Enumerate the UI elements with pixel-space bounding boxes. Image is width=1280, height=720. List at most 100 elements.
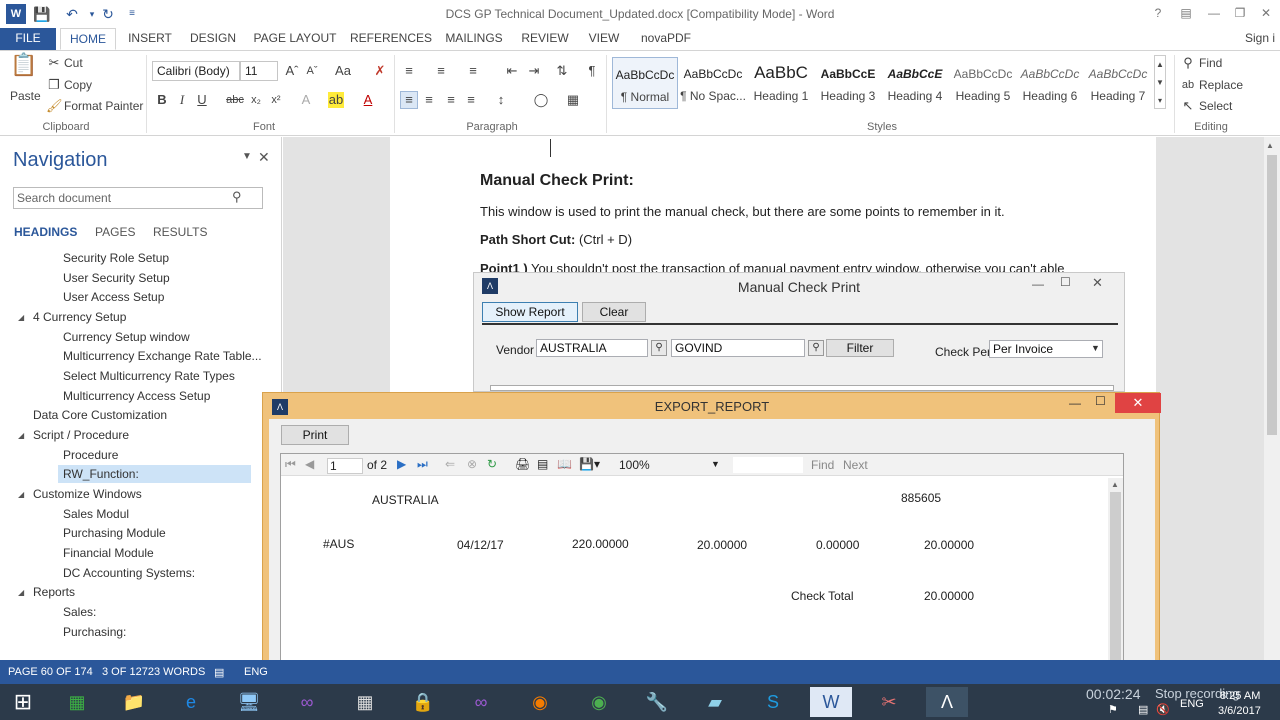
paste-button[interactable]: Paste bbox=[10, 89, 41, 103]
pane-options-icon[interactable]: ▼ bbox=[242, 151, 252, 162]
expand-arrow-icon[interactable]: ◢ bbox=[18, 588, 24, 597]
print-layout-icon[interactable]: ▤ bbox=[537, 457, 548, 471]
first-page-icon[interactable]: ⏮ bbox=[285, 457, 296, 472]
tab-results[interactable]: RESULTS bbox=[153, 225, 207, 239]
snipping-tool-icon[interactable]: ✂ bbox=[868, 687, 910, 717]
nav-item-sales-modul[interactable]: Sales Modul bbox=[63, 505, 129, 523]
close-pane-icon[interactable]: ✕ bbox=[258, 149, 270, 166]
remote-desktop-icon[interactable]: 🖥 bbox=[228, 687, 270, 717]
tab-file[interactable]: FILE bbox=[0, 28, 56, 50]
excel-icon[interactable]: ▦ bbox=[56, 687, 98, 717]
nav-item-multicurrency-exchange[interactable]: Multicurrency Exchange Rate Table... bbox=[63, 347, 262, 365]
align-left-icon[interactable]: ≡ bbox=[400, 91, 418, 109]
help-icon[interactable]: ? bbox=[1146, 4, 1170, 22]
expand-arrow-icon[interactable]: ◢ bbox=[18, 490, 24, 499]
shrink-font-icon[interactable]: Aˇ bbox=[304, 63, 320, 79]
tab-novapdf[interactable]: novaPDF bbox=[636, 28, 696, 50]
superscript-icon[interactable]: x² bbox=[268, 92, 284, 108]
tab-mailings[interactable]: MAILINGS bbox=[442, 28, 506, 50]
tab-headings[interactable]: HEADINGS bbox=[14, 225, 77, 239]
bold-icon[interactable]: B bbox=[156, 92, 168, 108]
nav-item-sales[interactable]: Sales: bbox=[63, 603, 96, 621]
zoom-select[interactable]: 100% bbox=[619, 458, 719, 472]
align-right-icon[interactable]: ≡ bbox=[442, 92, 460, 108]
borders-icon[interactable]: ▦ bbox=[564, 92, 582, 108]
font-size-combo[interactable]: 11 bbox=[240, 61, 278, 81]
notes-icon[interactable]: ▰ bbox=[694, 687, 736, 717]
chevron-down-icon[interactable]: ▼ bbox=[711, 459, 720, 469]
skype-icon[interactable]: S bbox=[752, 687, 794, 717]
page-number-input[interactable]: 1 bbox=[327, 458, 363, 474]
page-setup-icon[interactable]: 📖 bbox=[557, 457, 572, 471]
line-spacing-icon[interactable]: ↕ bbox=[492, 92, 510, 108]
vendor-from-lookup-icon[interactable]: ⚲ bbox=[651, 340, 667, 356]
tools-icon[interactable]: 🔧 bbox=[636, 687, 678, 717]
visual-studio-icon[interactable]: ∞ bbox=[286, 687, 328, 717]
styles-scroll-icon[interactable]: ▲ ▼ ▾ bbox=[1154, 55, 1166, 109]
ribbon-display-icon[interactable]: ▤ bbox=[1174, 4, 1198, 22]
highlight-icon[interactable]: ab bbox=[328, 92, 344, 108]
increase-indent-icon[interactable]: ⇥ bbox=[526, 63, 542, 79]
language-status[interactable]: ENG bbox=[244, 666, 268, 678]
select-button[interactable]: Select bbox=[1199, 99, 1232, 113]
paste-icon[interactable]: 📋 bbox=[10, 54, 37, 85]
nav-item-data-core-customization[interactable]: Data Core Customization bbox=[33, 406, 167, 424]
tray-time[interactable]: 8:25 AM bbox=[1220, 690, 1260, 702]
clear-button[interactable]: Clear bbox=[582, 302, 646, 322]
italic-icon[interactable]: I bbox=[176, 92, 188, 108]
nav-item-user-access-setup[interactable]: User Access Setup bbox=[63, 288, 164, 306]
search-icon[interactable]: ⚲ bbox=[232, 189, 242, 205]
dynamics-gp-icon[interactable]: Λ bbox=[926, 687, 968, 717]
windows-start-icon[interactable]: ⊞ bbox=[2, 687, 44, 717]
sort-icon[interactable]: ⇅ bbox=[554, 63, 570, 79]
nav-item-currency-setup[interactable]: 4 Currency Setup bbox=[33, 308, 126, 326]
style-heading-1[interactable]: AaBbC Heading 1 bbox=[748, 57, 814, 109]
select-icon[interactable]: ↖ bbox=[1180, 98, 1196, 114]
check-per-select[interactable]: Per Invoice bbox=[989, 340, 1103, 358]
minimize-icon[interactable]: — bbox=[1202, 4, 1226, 22]
vendor-to-input[interactable]: GOVIND bbox=[671, 339, 805, 357]
style-heading-3[interactable]: AaBbCcE Heading 3 bbox=[815, 57, 881, 109]
tab-pages[interactable]: PAGES bbox=[95, 225, 135, 239]
print-button[interactable]: Print bbox=[281, 425, 349, 445]
clear-formatting-icon[interactable]: ✗ bbox=[372, 63, 388, 79]
restore-icon[interactable]: ❐ bbox=[1228, 4, 1252, 22]
style-heading-6[interactable]: AaBbCcDc Heading 6 bbox=[1017, 57, 1083, 109]
bullets-icon[interactable]: ≡ bbox=[400, 63, 418, 79]
font-name-combo[interactable]: Calibri (Body) bbox=[152, 61, 240, 81]
cut-icon[interactable]: ✂ bbox=[46, 55, 62, 71]
tray-network-icon[interactable]: ▤ bbox=[1138, 703, 1148, 716]
close-icon[interactable]: ✕ bbox=[1115, 393, 1161, 413]
nav-item-financial-module[interactable]: Financial Module bbox=[63, 544, 154, 562]
refresh-icon[interactable]: ↻ bbox=[487, 457, 497, 471]
tray-date[interactable]: 3/6/2017 bbox=[1218, 705, 1261, 717]
scroll-thumb[interactable] bbox=[1110, 492, 1121, 668]
next-link[interactable]: Next bbox=[843, 458, 868, 472]
replace-button[interactable]: Replace bbox=[1199, 78, 1243, 92]
nav-item-purchasing-module[interactable]: Purchasing Module bbox=[63, 524, 166, 542]
print-icon[interactable]: 🖨 bbox=[515, 457, 530, 471]
format-painter-button[interactable]: Format Painter bbox=[64, 99, 143, 113]
next-page-icon[interactable]: ▶ bbox=[397, 457, 406, 471]
nav-item-purchasing[interactable]: Purchasing: bbox=[63, 623, 126, 641]
nav-item-multicurrency-rate-types[interactable]: Select Multicurrency Rate Types bbox=[63, 367, 235, 385]
tab-review[interactable]: REVIEW bbox=[516, 28, 574, 50]
firefox-icon[interactable]: ◉ bbox=[519, 687, 561, 717]
vertical-scrollbar[interactable]: ▲ bbox=[1264, 137, 1280, 660]
style-heading-7[interactable]: AaBbCcDc Heading 7 bbox=[1085, 57, 1151, 109]
find-link[interactable]: Find bbox=[811, 458, 834, 472]
multilevel-list-icon[interactable]: ≡ bbox=[464, 63, 482, 79]
justify-icon[interactable]: ≡ bbox=[462, 92, 480, 108]
subscript-icon[interactable]: x₂ bbox=[248, 92, 264, 108]
nav-item-currency-setup-window[interactable]: Currency Setup window bbox=[63, 328, 190, 346]
underline-icon[interactable]: U bbox=[196, 92, 208, 108]
font-color-icon[interactable]: A bbox=[360, 92, 376, 108]
vendor-to-lookup-icon[interactable]: ⚲ bbox=[808, 340, 824, 356]
cut-button[interactable]: Cut bbox=[64, 56, 83, 70]
scroll-up-icon[interactable]: ▲ bbox=[1111, 480, 1119, 489]
style-heading-5[interactable]: AaBbCcDc Heading 5 bbox=[950, 57, 1016, 109]
tray-flag-icon[interactable]: ⚑ bbox=[1108, 703, 1118, 716]
strikethrough-icon[interactable]: abc bbox=[226, 92, 244, 108]
filter-button[interactable]: Filter bbox=[826, 339, 894, 357]
find-icon[interactable]: ⚲ bbox=[1180, 55, 1196, 71]
